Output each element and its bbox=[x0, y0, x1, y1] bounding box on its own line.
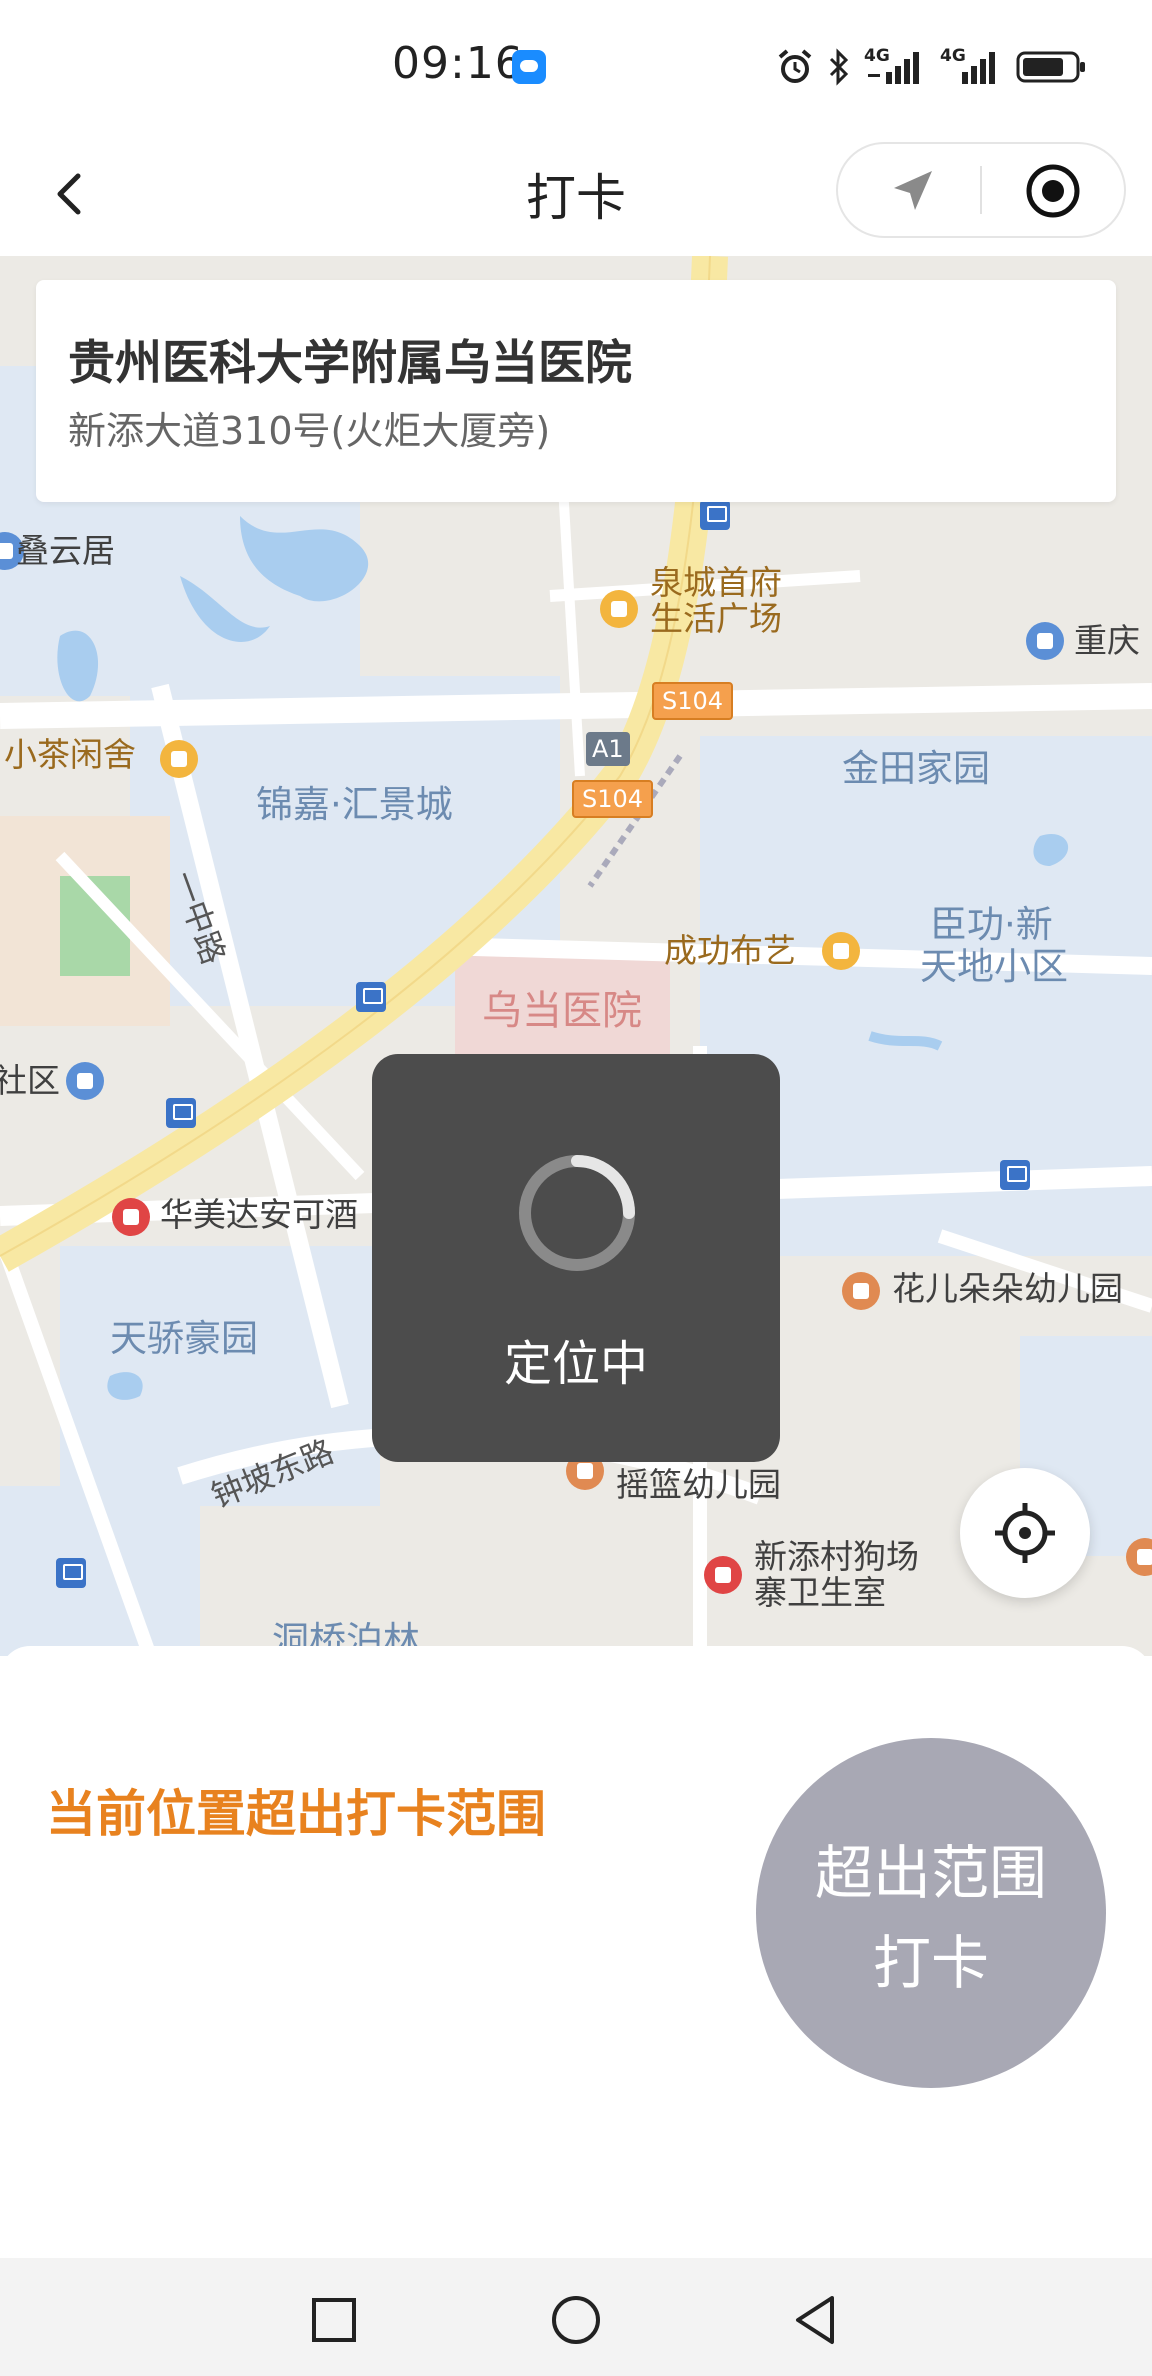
map-label-yaolan: 摇篮幼儿园 bbox=[616, 1465, 781, 1504]
road-shield-a1: A1 bbox=[586, 732, 630, 766]
status-icons: 4G 4G bbox=[776, 44, 1088, 90]
recent-apps-icon[interactable] bbox=[306, 2292, 362, 2348]
out-of-range-warning: 当前位置超出打卡范围 bbox=[46, 1785, 546, 1843]
location-card: 贵州医科大学附属乌当医院 新添大道310号(火炬大厦旁) bbox=[36, 280, 1116, 502]
map-label-gouchang-2: 寨卫生室 bbox=[754, 1573, 886, 1612]
signal-icon: 4G bbox=[864, 46, 926, 86]
out-of-range-punch-button[interactable]: 超出范围 打卡 bbox=[756, 1738, 1106, 2088]
map-label-huamei: 华美达安可酒 bbox=[160, 1195, 358, 1234]
battery-icon bbox=[1016, 51, 1085, 83]
map-label-jintian: 金田家园 bbox=[842, 747, 990, 790]
map-label-wudang: 乌当医院 bbox=[482, 988, 642, 1034]
system-navigation-bar bbox=[0, 2258, 1152, 2376]
status-time: 09:16 bbox=[392, 38, 524, 89]
message-icon bbox=[512, 50, 546, 84]
map-label-gouchang-1: 新添村狗场 bbox=[754, 1537, 919, 1576]
map-label-chengong-2: 天地小区 bbox=[920, 945, 1068, 988]
map-label-chenggong: 成功布艺 bbox=[664, 931, 796, 970]
bus-stop-icon bbox=[700, 500, 730, 530]
map-label-quancheng-1: 泉城首府 bbox=[650, 563, 782, 602]
crosshair-icon bbox=[995, 1503, 1055, 1563]
bus-stop-icon bbox=[56, 1558, 86, 1588]
spinner-icon bbox=[519, 1155, 635, 1271]
locate-me-button[interactable] bbox=[960, 1468, 1090, 1598]
punch-button-line2: 打卡 bbox=[872, 1929, 989, 1997]
bus-stop-icon bbox=[1000, 1160, 1030, 1190]
toast-text: 定位中 bbox=[503, 1336, 648, 1392]
map-label-dieyunju: 叠云居 bbox=[16, 531, 115, 570]
shop-pin-icon bbox=[600, 590, 638, 628]
punch-button-line1: 超出范围 bbox=[814, 1839, 1047, 1907]
bus-stop-icon bbox=[356, 982, 386, 1012]
residence-pin-icon bbox=[1026, 622, 1064, 660]
navigation-bar: 打卡 bbox=[0, 132, 1152, 256]
target-icon[interactable] bbox=[1024, 162, 1082, 220]
hotel-pin-icon bbox=[112, 1198, 150, 1236]
bottom-panel: 当前位置超出打卡范围 超出范围 打卡 bbox=[0, 1646, 1152, 2258]
clinic-pin-icon bbox=[704, 1556, 742, 1594]
signal-icon: 4G bbox=[940, 46, 1002, 86]
school-pin-icon bbox=[842, 1272, 880, 1310]
home-pin-icon bbox=[66, 1062, 104, 1100]
capsule-divider bbox=[980, 166, 982, 214]
shop-pin-icon bbox=[160, 740, 198, 778]
home-icon[interactable] bbox=[548, 2292, 604, 2348]
mini-program-capsule bbox=[836, 142, 1126, 238]
shop-pin-icon bbox=[822, 932, 860, 970]
back-icon[interactable] bbox=[788, 2292, 844, 2348]
road-shield-s104-b: S104 bbox=[572, 780, 654, 818]
road-shield-s104-a: S104 bbox=[652, 682, 734, 720]
map-label-chongqing: 重庆 bbox=[1074, 621, 1140, 660]
navigation-arrow-icon[interactable] bbox=[888, 166, 938, 216]
map-label-jinjia: 锦嘉·汇景城 bbox=[256, 783, 453, 826]
loading-toast: 定位中 bbox=[372, 1054, 780, 1462]
map-label-xiaocha: 小茶闲舍 bbox=[4, 735, 136, 774]
map-label-quancheng-2: 生活广场 bbox=[650, 599, 782, 638]
map-label-tianjiao: 天骄豪园 bbox=[110, 1317, 258, 1360]
bus-stop-icon bbox=[166, 1098, 196, 1128]
map-label-huaer: 花儿朵朵幼儿园 bbox=[892, 1269, 1123, 1308]
map-label-shequ: 社区 bbox=[0, 1061, 60, 1100]
status-bar: 09:16 4G 4G bbox=[0, 0, 1152, 132]
alarm-icon bbox=[778, 49, 812, 83]
location-address: 新添大道310号(火炬大厦旁) bbox=[68, 409, 551, 453]
location-name: 贵州医科大学附属乌当医院 bbox=[68, 336, 632, 391]
map-label-chengong-1: 臣功·新 bbox=[930, 903, 1053, 946]
bluetooth-icon bbox=[829, 48, 849, 86]
